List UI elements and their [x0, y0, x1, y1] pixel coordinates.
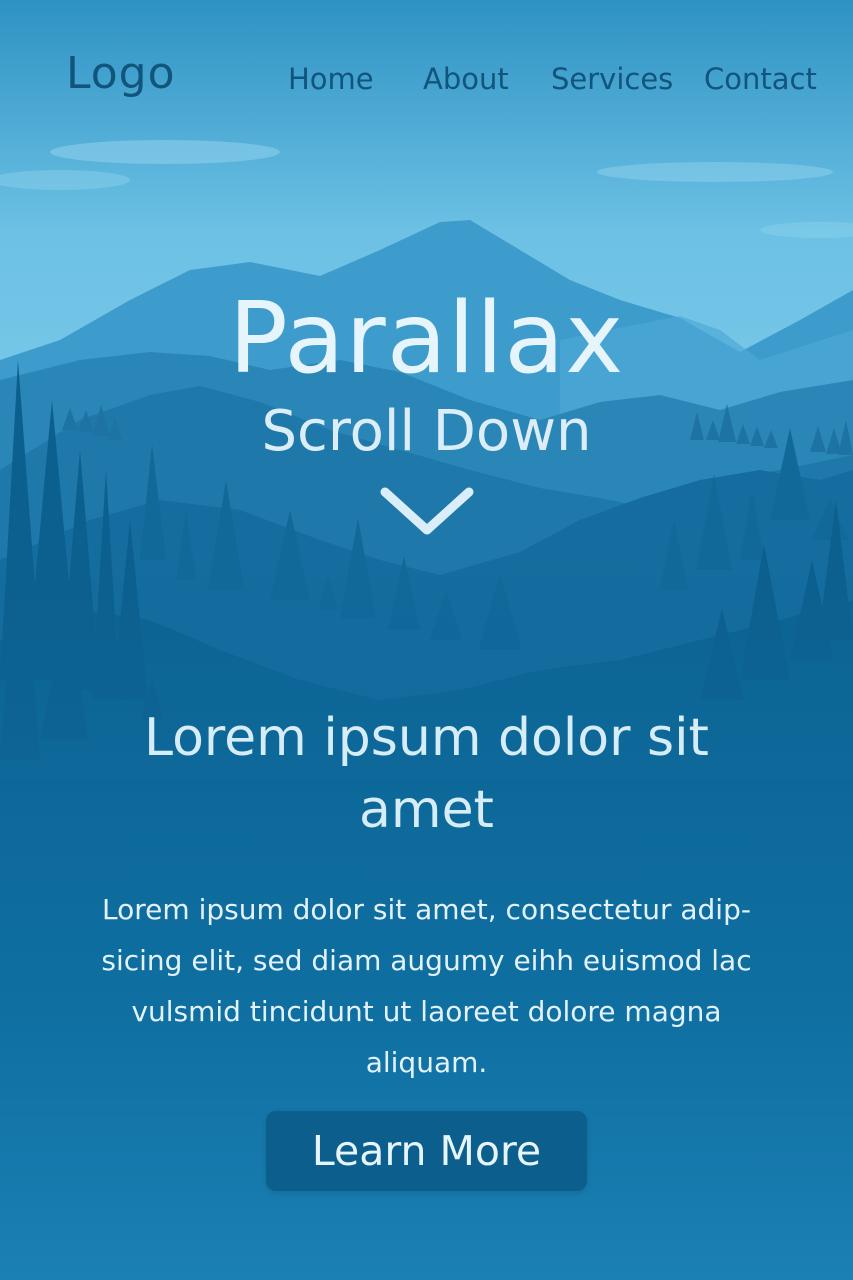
site-logo[interactable]: Logo: [66, 48, 176, 99]
hero-section: Parallax Scroll Down: [0, 290, 853, 538]
nav-link-about[interactable]: About: [423, 62, 509, 96]
section-heading: Lorem ipsum dolor sit amet: [144, 708, 709, 840]
section-paragraph: Lorem ipsum dolor sit amet, consectetur …: [101, 893, 752, 1079]
content-section: Lorem ipsum dolor sit amet Lorem ipsum d…: [70, 702, 783, 1088]
learn-more-button[interactable]: Learn More: [266, 1111, 587, 1191]
chevron-down-icon[interactable]: [379, 486, 475, 538]
hero-title: Parallax: [228, 282, 625, 396]
mountain-landscape-background: [0, 0, 853, 1280]
nav-link-home[interactable]: Home: [288, 62, 374, 96]
nav-link-contact[interactable]: Contact: [704, 62, 817, 96]
nav-link-services[interactable]: Services: [551, 62, 673, 96]
hero-subtitle: Scroll Down: [261, 399, 592, 464]
top-navigation-bar: Logo Home About Services Contact: [0, 0, 853, 160]
